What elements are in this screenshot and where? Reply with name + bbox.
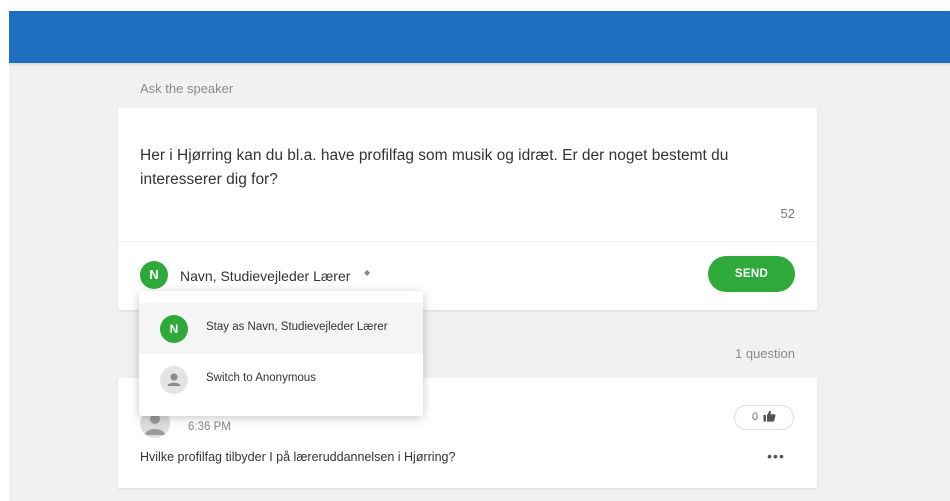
question-timestamp: 6:36 PM (188, 421, 231, 433)
top-bar (9, 11, 950, 63)
menu-item-label: Stay as Navn, Studievejleder Lærer (206, 321, 388, 333)
like-count: 0 (751, 411, 759, 423)
divider (118, 241, 817, 242)
menu-item-switch-anonymous[interactable]: Switch to Anonymous (139, 354, 423, 405)
question-input[interactable]: Her i Hjørring kan du bl.a. have profilf… (140, 144, 800, 192)
section-label: Ask the speaker (140, 81, 234, 96)
send-button[interactable]: SEND (708, 256, 795, 292)
like-button[interactable]: 0 (734, 405, 794, 430)
question-compose-card: Her i Hjørring kan du bl.a. have profilf… (118, 108, 817, 310)
top-bar-shadow (9, 63, 950, 67)
thumbs-up-icon (763, 408, 776, 431)
question-count: 1 question (735, 346, 795, 361)
menu-item-stay-as-author[interactable]: N Stay as Navn, Studievejleder Lærer (139, 303, 423, 354)
author-avatar[interactable]: N (140, 261, 168, 289)
identity-dropdown-menu: N Stay as Navn, Studievejleder Lærer Swi… (139, 291, 423, 416)
author-name-selector[interactable]: Navn, Studievejleder Lærer (180, 268, 350, 284)
character-counter: 52 (780, 206, 795, 221)
menu-item-label: Switch to Anonymous (206, 372, 316, 384)
more-options-icon[interactable]: ••• (764, 449, 788, 466)
person-icon (160, 366, 188, 394)
author-avatar: N (160, 315, 188, 343)
dropdown-caret-icon[interactable]: ◆ (364, 268, 370, 277)
question-text: Hvilke profilfag tilbyder I på lærerudda… (140, 450, 456, 464)
